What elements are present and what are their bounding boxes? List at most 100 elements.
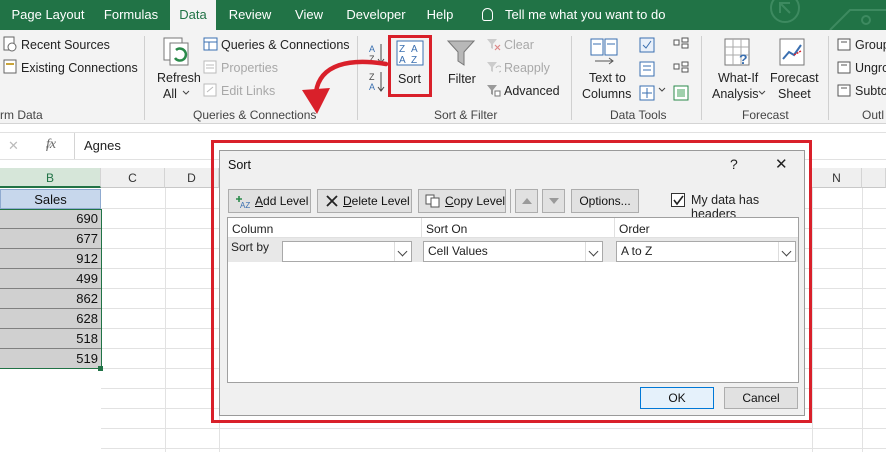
help-button[interactable]: ?: [730, 156, 738, 172]
sort-icon: Z A A Z: [396, 40, 424, 66]
sort-levels-grid: Column Sort On Order Sort by Cell Values…: [227, 217, 799, 383]
group-separator: [701, 36, 702, 120]
reapply-button[interactable]: Reapply: [504, 61, 550, 75]
outline-icons: [837, 38, 851, 97]
tab-page-layout[interactable]: Page Layout: [0, 0, 96, 30]
add-level-mnemonic: A: [255, 194, 264, 208]
sort-on-value: Cell Values: [428, 244, 488, 258]
formula-divider: [74, 133, 75, 159]
svg-text:A: A: [411, 44, 418, 55]
order-combo[interactable]: A to Z: [616, 241, 796, 262]
copy-level-button[interactable]: Copy Level: [418, 189, 506, 213]
cancel-icon[interactable]: ✕: [8, 138, 19, 154]
group-separator: [144, 36, 145, 120]
what-if-label-1[interactable]: What-If: [718, 71, 758, 85]
chevron-down-icon: [394, 242, 411, 261]
add-level-label: dd Level: [263, 194, 309, 208]
advanced-button[interactable]: Advanced: [504, 84, 560, 98]
fx-icon[interactable]: fx: [46, 137, 56, 153]
forecast-group-label: Forecast: [742, 108, 789, 122]
chevron-down-icon: [758, 90, 766, 95]
refresh-all-label-1[interactable]: Refresh: [157, 71, 201, 85]
column-header-b[interactable]: B: [0, 168, 101, 188]
sort-button[interactable]: Sort: [398, 72, 421, 86]
queries-connections-button[interactable]: Queries & Connections: [221, 38, 350, 52]
queries-connections-icon: [203, 37, 218, 51]
svg-text:Z: Z: [399, 44, 405, 55]
grid-header-row: [228, 218, 798, 238]
tab-data[interactable]: Data: [170, 0, 216, 31]
lightbulb-icon: [482, 8, 493, 21]
data-tools-group-label: Data Tools: [610, 108, 667, 122]
properties-button[interactable]: Properties: [221, 61, 278, 75]
move-down-button[interactable]: [542, 189, 565, 213]
text-to-columns-label-1[interactable]: Text to: [589, 71, 626, 85]
column-header-n[interactable]: N: [812, 168, 862, 188]
ungroup-button[interactable]: Ungro: [855, 61, 886, 75]
ribbon-tab-bar: Page Layout Formulas Data Review View De…: [0, 0, 886, 31]
formula-input[interactable]: Agnes: [84, 138, 121, 153]
subtotal-button[interactable]: Subto: [855, 84, 886, 98]
tab-review[interactable]: Review: [220, 0, 280, 30]
group-separator: [571, 36, 572, 120]
copy-level-label: opy Level: [453, 194, 506, 208]
edit-links-button[interactable]: Edit Links: [221, 84, 275, 98]
data-model-icons: [673, 37, 689, 101]
chevron-down-icon: [182, 90, 190, 95]
what-if-analysis-icon: ?: [724, 38, 750, 67]
column-header-c[interactable]: C: [101, 168, 165, 188]
chevron-down-icon: [658, 87, 666, 92]
filter-button[interactable]: Filter: [448, 72, 476, 86]
ok-button[interactable]: OK: [640, 387, 714, 409]
tab-developer[interactable]: Developer: [338, 0, 414, 30]
column-header-label: Column: [232, 222, 274, 236]
refresh-all-label-2[interactable]: All: [163, 87, 177, 101]
text-to-columns-label-2[interactable]: Columns: [582, 87, 631, 101]
data-tools-small-icons: [639, 37, 655, 101]
fill-handle[interactable]: [98, 366, 103, 371]
tell-me-box[interactable]: Tell me what you want to do: [482, 0, 665, 30]
what-if-label-2[interactable]: Analysis: [712, 87, 759, 101]
add-level-icon: AZ: [236, 196, 250, 209]
selection-border: [0, 209, 102, 369]
clear-button[interactable]: Clear: [504, 38, 534, 52]
edit-links-icon: [203, 83, 217, 97]
sales-header-cell[interactable]: Sales: [0, 189, 101, 209]
tab-formulas[interactable]: Formulas: [96, 0, 166, 30]
sort-by-combo[interactable]: [282, 241, 412, 262]
forecast-sheet-label-2[interactable]: Sheet: [778, 87, 811, 101]
svg-text:?: ?: [739, 51, 748, 67]
recent-sources-button[interactable]: Recent Sources: [21, 38, 110, 52]
tab-view[interactable]: View: [284, 0, 334, 30]
delete-level-label: elete Level: [351, 194, 410, 208]
headers-checkbox[interactable]: [671, 193, 685, 207]
existing-connections-button[interactable]: Existing Connections: [21, 61, 138, 75]
grid-col-line: [812, 188, 813, 452]
close-button[interactable]: ✕: [775, 155, 788, 173]
outline-group-label: Outl: [862, 108, 885, 122]
options-button[interactable]: Options...: [571, 189, 639, 213]
delete-icon: [326, 195, 338, 207]
column-header-next[interactable]: [862, 168, 886, 188]
circuit-decoration-icon: [770, 0, 886, 30]
delete-level-button[interactable]: Delete Level: [317, 189, 412, 213]
cancel-button[interactable]: Cancel: [724, 387, 798, 409]
delete-level-mnemonic: D: [343, 194, 352, 208]
grid-col-line: [862, 188, 863, 452]
copy-icon: [425, 194, 440, 208]
chevron-down-icon: [778, 242, 795, 261]
group-button[interactable]: Group: [855, 38, 886, 52]
name-box-fragment: [0, 133, 2, 159]
sort-on-combo[interactable]: Cell Values: [423, 241, 603, 262]
tab-help[interactable]: Help: [420, 0, 460, 30]
svg-text:AZ: AZ: [240, 201, 250, 209]
reapply-icon: [487, 62, 501, 73]
forecast-sheet-label-1[interactable]: Forecast: [770, 71, 819, 85]
annotation-arrow-icon: [302, 59, 389, 114]
add-level-button[interactable]: AZ Add Level: [228, 189, 311, 213]
forecast-sheet-icon: [779, 38, 805, 66]
chevron-down-icon: [585, 242, 602, 261]
order-value: A to Z: [621, 244, 653, 258]
recent-sources-icon: [3, 36, 17, 52]
move-up-button[interactable]: [515, 189, 538, 213]
